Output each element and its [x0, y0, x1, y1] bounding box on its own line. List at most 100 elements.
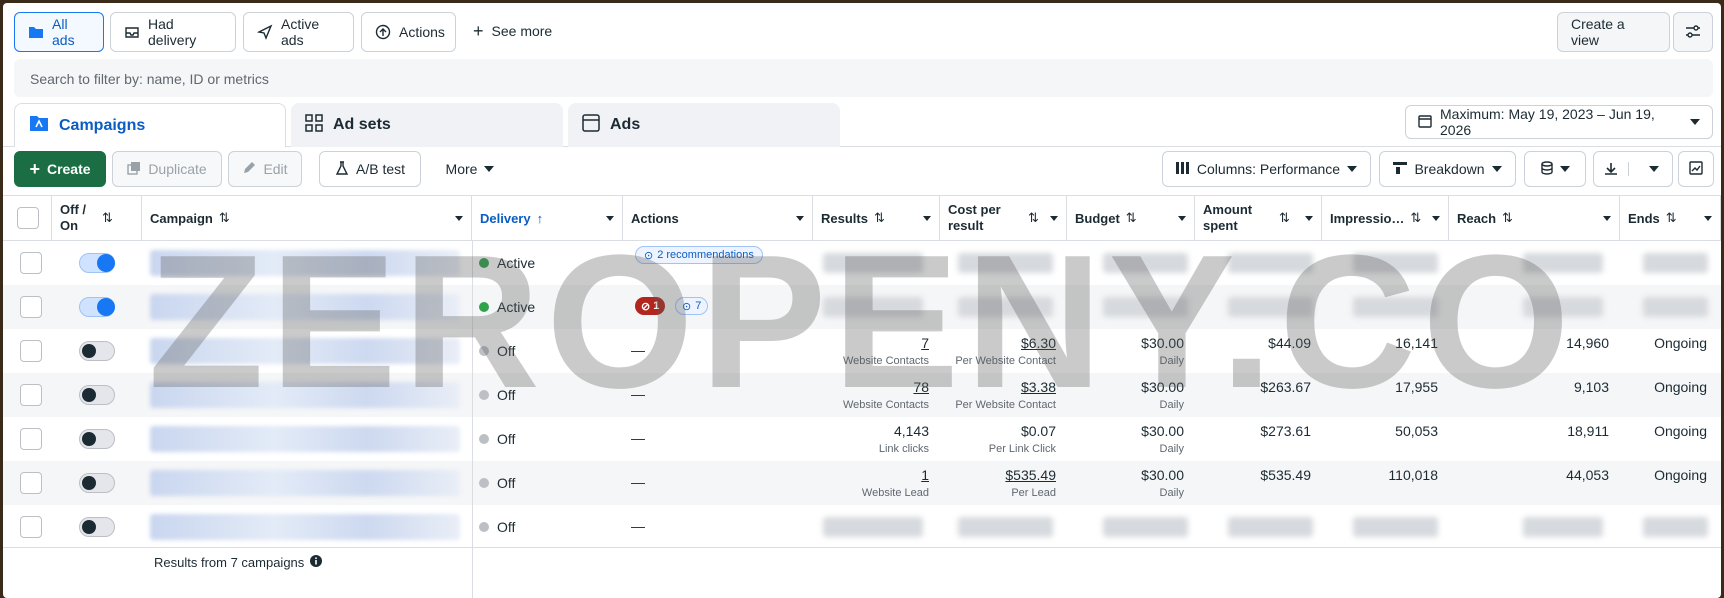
- col-off-on[interactable]: Off / On ⇅: [52, 195, 142, 241]
- create-view-button[interactable]: Create a view: [1557, 12, 1670, 52]
- edit-button[interactable]: Edit: [228, 151, 302, 187]
- edit-label: Edit: [263, 161, 288, 177]
- row-checkbox[interactable]: [20, 472, 42, 494]
- col-impressions[interactable]: Impressio… ⇅: [1322, 195, 1449, 241]
- results-value[interactable]: 4,143: [894, 423, 929, 439]
- impressions-value: 17,955: [1395, 379, 1438, 395]
- campaign-name-redacted[interactable]: [150, 382, 460, 408]
- sort-ascending-icon[interactable]: ↑: [537, 211, 544, 226]
- sort-icon[interactable]: ⇅: [1028, 210, 1039, 226]
- results-value[interactable]: 7: [921, 335, 929, 351]
- chevron-down-icon[interactable]: [1704, 216, 1712, 221]
- create-button[interactable]: + Create: [14, 151, 106, 187]
- error-badge[interactable]: ⊘ 1: [635, 297, 666, 315]
- columns-button[interactable]: Columns: Performance: [1162, 151, 1371, 187]
- col-delivery[interactable]: Delivery ↑: [472, 195, 623, 241]
- breakdown-button[interactable]: Breakdown: [1379, 151, 1516, 187]
- row-checkbox[interactable]: [20, 296, 42, 318]
- cost-per-result-value[interactable]: $6.30: [1021, 335, 1056, 351]
- row-checkbox[interactable]: [20, 516, 42, 538]
- sort-icon[interactable]: ⇅: [102, 210, 113, 226]
- tab-campaigns[interactable]: Campaigns: [14, 103, 286, 147]
- sort-icon[interactable]: ⇅: [219, 210, 230, 226]
- on-off-toggle[interactable]: [79, 473, 115, 493]
- select-all-checkbox[interactable]: [17, 207, 39, 229]
- date-range-picker[interactable]: Maximum: May 19, 2023 – Jun 19, 2026: [1405, 105, 1713, 139]
- ab-test-button[interactable]: A/B test: [319, 151, 421, 187]
- chevron-down-icon[interactable]: [1178, 216, 1186, 221]
- on-off-toggle[interactable]: [79, 297, 115, 317]
- on-off-toggle[interactable]: [79, 429, 115, 449]
- col-campaign[interactable]: Campaign ⇅: [142, 195, 472, 241]
- view-settings-button[interactable]: [1673, 12, 1713, 52]
- cost-per-result-value[interactable]: $535.49: [1005, 467, 1056, 483]
- tab-ads[interactable]: Ads: [568, 103, 840, 147]
- filter-chip-active-ads[interactable]: Active ads: [243, 12, 354, 52]
- chevron-down-icon[interactable]: [796, 216, 804, 221]
- see-more-button[interactable]: + See more: [473, 22, 553, 40]
- sort-icon[interactable]: ⇅: [1126, 210, 1137, 226]
- table-row[interactable]: Active ⊙ 2 recommendations: [3, 241, 1721, 285]
- table-row[interactable]: Off — 4,143 Link clicks $0.07 Per Link Click $…: [3, 417, 1721, 461]
- chevron-down-icon[interactable]: [1050, 216, 1058, 221]
- col-amount-spent[interactable]: Amount spent ⇅: [1195, 195, 1322, 241]
- col-cost-per-result[interactable]: Cost per result ⇅: [940, 195, 1067, 241]
- chevron-down-icon[interactable]: [1305, 216, 1313, 221]
- actions-cell: —: [631, 386, 645, 402]
- chart-toggle-button[interactable]: [1678, 151, 1714, 187]
- cost-per-result-value[interactable]: $3.38: [1021, 379, 1056, 395]
- info-icon[interactable]: [310, 555, 323, 570]
- campaign-name-redacted[interactable]: [150, 514, 460, 540]
- filter-chip-all-ads[interactable]: All ads: [14, 12, 104, 52]
- row-checkbox[interactable]: [20, 340, 42, 362]
- table-row[interactable]: Off — 78 Website Contacts $3.38 Per Website C…: [3, 373, 1721, 417]
- campaign-name-redacted[interactable]: [150, 294, 460, 320]
- export-button[interactable]: [1593, 151, 1673, 187]
- search-input[interactable]: Search to filter by: name, ID or metrics: [14, 59, 1713, 97]
- table-row[interactable]: Active ⊘ 1 ⊙ 7: [3, 285, 1721, 329]
- table-row[interactable]: Off —: [3, 505, 1721, 549]
- redacted-cell: [823, 253, 923, 273]
- recommendations-badge[interactable]: ⊙ 2 recommendations: [635, 246, 763, 264]
- chevron-down-icon[interactable]: [923, 216, 931, 221]
- sort-icon[interactable]: ⇅: [874, 210, 885, 226]
- sort-icon[interactable]: ⇅: [1502, 210, 1513, 226]
- row-checkbox[interactable]: [20, 252, 42, 274]
- table-row[interactable]: Off — 7 Website Contacts $6.30 Per Website Co…: [3, 329, 1721, 373]
- sort-icon[interactable]: ⇅: [1666, 210, 1677, 226]
- cost-per-result-value[interactable]: $0.07: [1021, 423, 1056, 439]
- col-budget[interactable]: Budget ⇅: [1067, 195, 1195, 241]
- sort-icon[interactable]: ⇅: [1410, 210, 1421, 226]
- row-checkbox[interactable]: [20, 384, 42, 406]
- col-results[interactable]: Results ⇅: [813, 195, 940, 241]
- chevron-down-icon[interactable]: [1432, 216, 1440, 221]
- results-value[interactable]: 78: [913, 379, 929, 395]
- sort-icon[interactable]: ⇅: [1279, 210, 1290, 226]
- col-actions[interactable]: Actions: [623, 195, 813, 241]
- recommendations-badge[interactable]: ⊙ 7: [675, 297, 709, 315]
- col-ends[interactable]: Ends ⇅: [1620, 195, 1721, 241]
- filter-chip-had-delivery[interactable]: Had delivery: [110, 12, 236, 52]
- chevron-down-icon[interactable]: [606, 216, 614, 221]
- col-reach[interactable]: Reach ⇅: [1449, 195, 1620, 241]
- duplicate-button[interactable]: Duplicate: [112, 151, 222, 187]
- chevron-down-icon[interactable]: [455, 216, 463, 221]
- campaign-name-redacted[interactable]: [150, 426, 460, 452]
- results-value[interactable]: 1: [921, 467, 929, 483]
- cost-per-result-type: Per Website Contact: [955, 355, 1056, 367]
- chevron-down-icon[interactable]: [1603, 216, 1611, 221]
- on-off-toggle[interactable]: [79, 253, 115, 273]
- reports-button[interactable]: [1524, 151, 1586, 187]
- on-off-toggle[interactable]: [79, 385, 115, 405]
- filter-chip-actions[interactable]: Actions: [361, 12, 456, 52]
- row-checkbox[interactable]: [20, 428, 42, 450]
- more-button[interactable]: More: [430, 151, 510, 187]
- campaign-name-redacted[interactable]: [150, 470, 460, 496]
- campaign-name-redacted[interactable]: [150, 250, 460, 276]
- campaign-name-redacted[interactable]: [150, 338, 460, 364]
- on-off-toggle[interactable]: [79, 341, 115, 361]
- tab-ad-sets[interactable]: Ad sets: [291, 103, 563, 147]
- on-off-toggle[interactable]: [79, 517, 115, 537]
- see-more-label: See more: [491, 23, 553, 39]
- table-row[interactable]: Off — 1 Website Lead $535.49 Per Lead $30.00 Da…: [3, 461, 1721, 505]
